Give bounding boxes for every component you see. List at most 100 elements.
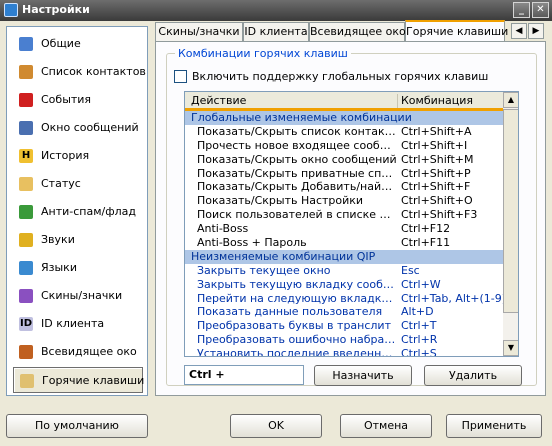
- column-action[interactable]: Действие: [191, 94, 246, 107]
- action-cell: Прочесть новое входящее сообщение: [197, 138, 397, 152]
- apply-button[interactable]: Применить: [446, 414, 542, 438]
- close-button[interactable]: ✕: [532, 2, 549, 18]
- all-seeing-eye-icon: [19, 345, 33, 359]
- hotkey-row[interactable]: Показать данные пользователя Alt+D: [185, 305, 503, 319]
- sidebar-item[interactable]: Языки: [13, 255, 143, 281]
- sidebar-item[interactable]: События: [13, 87, 143, 113]
- action-cell: Anti-Boss: [197, 222, 249, 236]
- sidebar-item[interactable]: Окно сообщений: [13, 115, 143, 141]
- column-divider[interactable]: [397, 94, 398, 108]
- hotkey-row[interactable]: Anti-Boss + Пароль Ctrl+F11: [185, 236, 503, 250]
- languages-icon: [19, 261, 33, 275]
- scroll-up-button[interactable]: ▲: [503, 92, 518, 108]
- sidebar-item[interactable]: ID ID клиента: [13, 311, 143, 337]
- sidebar-item[interactable]: H История: [13, 143, 143, 169]
- combo-cell: Ctrl+Shift+F: [401, 180, 471, 194]
- combo-cell: Ctrl+F12: [401, 222, 451, 236]
- action-cell: Показать/Скрыть приватные списки: [197, 166, 397, 180]
- hotkey-row[interactable]: Показать/Скрыть Настройки Ctrl+Shift+O: [185, 194, 503, 208]
- hotkeys-panel: Комбинации горячих клавиш Включить подде…: [155, 41, 546, 396]
- sidebar-item-label: Горячие клавиши: [42, 374, 145, 387]
- action-cell: Неизменяемые комбинации QIP: [191, 249, 376, 263]
- sidebar-item[interactable]: Общие: [13, 31, 143, 57]
- sidebar-item[interactable]: Звуки: [13, 227, 143, 253]
- sidebar-item-label: Языки: [41, 261, 77, 274]
- hotkey-row[interactable]: Anti-Boss Ctrl+F12: [185, 222, 503, 236]
- message-window-icon: [19, 121, 33, 135]
- hotkey-row[interactable]: Перейти на следующую вкладку соо... Ctrl+…: [185, 291, 507, 306]
- group-header-row[interactable]: Неизменяемые комбинации QIP: [185, 249, 503, 264]
- hotkey-row[interactable]: Поиск пользователей в списке конт... Ctrl…: [185, 208, 503, 222]
- hotkey-input[interactable]: Ctrl +: [184, 365, 304, 385]
- combo-cell: Ctrl+S: [401, 347, 437, 357]
- events-icon: [19, 93, 33, 107]
- skins-icon: [19, 289, 33, 303]
- action-cell: Поиск пользователей в списке конт...: [197, 208, 397, 222]
- combo-cell: Ctrl+R: [401, 333, 438, 347]
- combo-cell: Alt+D: [401, 305, 434, 319]
- combo-cell: Ctrl+Shift+M: [401, 152, 474, 166]
- minimize-button[interactable]: _: [513, 2, 530, 18]
- hotkey-row[interactable]: Закрыть текущую вкладку сообщений Ctrl+W: [185, 278, 503, 292]
- sidebar-item-label: Всевидящее око: [41, 345, 137, 358]
- hotkeys-list: Действие Комбинация Глобальные изменяемы…: [184, 91, 519, 357]
- sidebar-item-label: Звуки: [41, 233, 75, 246]
- hotkey-row[interactable]: Показать/Скрыть список контактов Ctrl+Shi…: [185, 125, 503, 139]
- hotkey-row[interactable]: Преобразовать буквы в транслит Ctrl+T: [185, 319, 503, 333]
- scroll-down-button[interactable]: ▼: [503, 340, 518, 356]
- cancel-button[interactable]: Отмена: [340, 414, 432, 438]
- app-icon: [4, 3, 18, 17]
- scroll-thumb[interactable]: [503, 109, 518, 313]
- tab-scroll-left-button[interactable]: ◀: [511, 23, 527, 39]
- hotkey-row[interactable]: Закрыть текущее окно Esc: [185, 264, 503, 278]
- sidebar-item[interactable]: Горячие клавиши: [13, 367, 145, 393]
- ok-button[interactable]: OK: [230, 414, 322, 438]
- sounds-icon: [19, 233, 33, 247]
- combo-cell: Ctrl+T: [401, 319, 437, 333]
- delete-button[interactable]: Удалить: [424, 365, 522, 386]
- tab-scroll-right-button[interactable]: ▶: [528, 23, 544, 39]
- tab-client-id[interactable]: ID клиента: [243, 22, 309, 41]
- sidebar-item[interactable]: Список контактов: [13, 59, 146, 85]
- group-header-row[interactable]: Глобальные изменяемые комбинации: [185, 111, 503, 125]
- sidebar-item[interactable]: Анти-спам/флад: [13, 199, 143, 225]
- hotkey-row[interactable]: Показать/Скрыть приватные списки Ctrl+Shi…: [185, 167, 503, 181]
- hotkey-row[interactable]: Показать/Скрыть Добавить/найти ... Ctrl+S…: [185, 180, 503, 194]
- sidebar-item-label: Скины/значки: [41, 289, 123, 302]
- combo-cell: Ctrl+Tab, Alt+(1-9): [401, 291, 507, 305]
- combo-cell: Ctrl+Shift+P: [401, 166, 471, 180]
- sidebar-item[interactable]: Всевидящее око: [13, 339, 143, 365]
- sidebar-item-label: События: [41, 93, 92, 106]
- title-bar: Настройки _ ✕: [0, 0, 552, 21]
- sidebar-item-label: Общие: [41, 37, 81, 50]
- hotkeys-icon: [20, 374, 34, 388]
- antispam-icon: [19, 205, 33, 219]
- tab-hotkeys[interactable]: Горячие клавиши: [405, 20, 508, 42]
- action-cell: Показать/Скрыть Добавить/найти ...: [197, 180, 397, 194]
- sidebar-item[interactable]: Скины/значки: [13, 283, 143, 309]
- enable-global-hotkeys-label[interactable]: Включить поддержку глобальных горячих кл…: [192, 70, 488, 83]
- sidebar-item-label: Окно сообщений: [41, 121, 139, 134]
- settings-sidebar: Общие Список контактов События Окно сообщен…: [6, 26, 148, 396]
- vertical-scrollbar[interactable]: ▲ ▼: [503, 92, 518, 356]
- combo-cell: Ctrl+Shift+A: [401, 124, 472, 138]
- defaults-button[interactable]: По умолчанию: [6, 414, 148, 438]
- column-combo[interactable]: Комбинация: [401, 94, 473, 107]
- combo-cell: Ctrl+W: [401, 277, 441, 291]
- hotkey-row[interactable]: Показать/Скрыть окно сообщений Ctrl+Shift…: [185, 153, 503, 167]
- tab-all-seeing-eye[interactable]: Всевидящее око: [309, 22, 406, 41]
- combo-cell: Esc: [401, 263, 420, 277]
- hotkey-row[interactable]: Прочесть новое входящее сообщение Ctrl+Sh…: [185, 139, 503, 153]
- hotkey-row[interactable]: Преобразовать ошибочно набранны... Ctrl+R: [185, 333, 503, 347]
- action-cell: Anti-Boss + Пароль: [197, 236, 307, 250]
- hotkey-row[interactable]: Установить последние введенные с... Ctrl+…: [185, 347, 503, 357]
- enable-global-hotkeys-checkbox[interactable]: [174, 70, 187, 83]
- sidebar-item[interactable]: Статус: [13, 171, 143, 197]
- combo-cell: Ctrl+Shift+O: [401, 194, 473, 208]
- tab-skins[interactable]: Скины/значки: [155, 22, 243, 41]
- action-cell: Преобразовать ошибочно набранны...: [197, 333, 397, 347]
- action-cell: Глобальные изменяемые комбинации: [191, 111, 412, 124]
- action-cell: Установить последние введенные с...: [197, 347, 397, 357]
- assign-button[interactable]: Назначить: [314, 365, 412, 386]
- history-icon: H: [19, 149, 33, 163]
